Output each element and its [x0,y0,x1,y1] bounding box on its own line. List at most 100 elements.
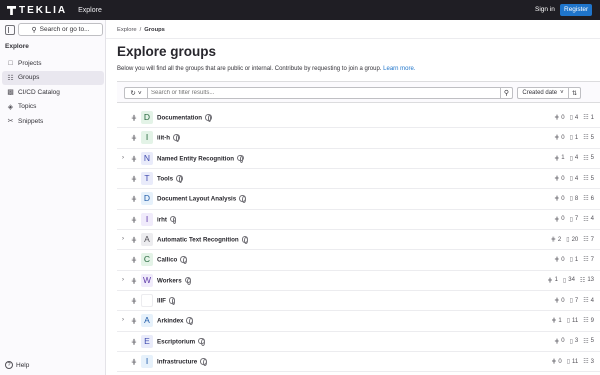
group-stats: ⋕ 1 ▯ 34 ☷ 13 [548,277,594,284]
group-name-link[interactable]: Infrastructure [157,358,207,366]
group-row[interactable]: › ⋕ A Automatic Text Recognition ⋕ 2 ▯ 20 ☷ 7 [117,230,600,251]
group-row[interactable]: ⋕ Iiiit-h ⋕ 0 ▯ 1 ☷ 5 [117,128,600,149]
filter-search-button[interactable]: ⚲ [501,87,513,99]
public-visibility-icon [239,195,246,203]
subgroup-icon: ⋕ [131,338,137,346]
register-button[interactable]: Register [560,4,593,16]
catalog-icon: ▩ [7,89,14,96]
group-avatar[interactable] [141,294,153,308]
learn-more-link[interactable]: Learn more. [383,66,415,72]
group-stats: ⋕ 0 ▯ 7 ☷ 4 [554,297,594,305]
public-visibility-icon [176,175,183,183]
sidebar-item-projects[interactable]: □ Projects [2,56,104,70]
chevron-right-icon[interactable]: › [122,236,124,242]
sort-direction-button[interactable]: ⇅ [569,87,581,99]
sort-dropdown[interactable]: Created date ˅ [517,87,569,99]
subgroup-icon: ⋕ [131,115,137,122]
members-count: ☷ 3 [583,358,594,366]
subgroup-icon: ⋕ [554,135,560,142]
breadcrumb-explore[interactable]: Explore [117,27,137,33]
subgroup-icon: ⋕ [131,318,137,326]
group-avatar[interactable]: I [141,355,153,369]
subgroups-count: ⋕ 1 [548,277,558,284]
members-count: ☷ 9 [583,317,594,325]
group-name-link[interactable]: irht [157,215,177,223]
sidebar-item-ci-cd-catalog[interactable]: ▩ CI/CD Catalog [2,85,104,99]
group-avatar[interactable]: I [141,131,153,145]
filter-input[interactable] [148,87,501,99]
group-avatar[interactable]: T [141,172,153,186]
subgroups-count: ⋕ 0 [554,297,564,305]
group-name-link[interactable]: Callico [157,256,187,264]
sort-label: Created date [522,90,558,96]
recent-searches-button[interactable]: ↻ ˅ [124,87,148,99]
sign-in-link[interactable]: Sign in [531,4,559,16]
group-name-link[interactable]: iiit-h [157,134,180,142]
filter-bar: ↻ ˅ ⚲ Created date ˅ ⇅ [117,81,600,103]
group-row[interactable]: ⋕ Iirht ⋕ 0 ▯ 7 ☷ 4 [117,210,600,231]
projects-count: ▯ 4 [570,155,579,162]
group-row[interactable]: ⋕ D Documentation ⋕ 0 ▯ 4 ☷ 1 [117,108,600,129]
help-link[interactable]: ? Help [5,361,29,369]
project-icon: ▯ [569,115,573,121]
chevron-right-icon[interactable]: › [122,155,124,161]
group-avatar[interactable]: W [141,273,153,287]
projects-count: ▯ 34 [563,277,575,284]
search-icon: ⚲ [31,26,37,34]
search-button[interactable]: ⚲ Search or go to... [18,23,103,36]
members-value: 4 [590,297,594,304]
group-row[interactable]: ⋕ IIIF ⋕ 0 ▯ 7 ☷ 4 [117,291,600,312]
group-avatar[interactable]: E [141,334,153,348]
group-row[interactable]: › ⋕ A Arkindex ⋕ 1 ▯ 11 ☷ 9 [117,311,600,332]
search-icon: ⚲ [503,90,510,97]
group-name-link[interactable]: Documentation [157,114,212,122]
chevron-right-icon[interactable]: › [122,317,124,323]
group-row[interactable]: ⋕ E Escriptorium ⋕ 0 ▯ 3 ☷ 5 [117,332,600,353]
sidebar-toggle-icon[interactable] [5,25,15,35]
group-avatar[interactable]: C [141,253,153,267]
group-row[interactable]: › ⋕ W Workers ⋕ 1 ▯ 34 ☷ 13 [117,271,600,292]
sidebar-item-topics[interactable]: ◈ Topics [2,100,104,114]
group-avatar[interactable]: N [141,151,153,165]
brand-logo[interactable]: TEKLIA [7,0,67,20]
group-name-link[interactable]: Escriptorium [157,337,205,345]
group-row[interactable]: › ⋕ N Named Entity Recognition ⋕ 1 ▯ 4 ☷ 5 [117,149,600,170]
group-name-link[interactable]: Automatic Text Recognition [157,236,249,244]
project-icon: ▯ [566,237,570,244]
group-name-link[interactable]: Named Entity Recognition [157,154,244,162]
groups-list: ⋕ D Documentation ⋕ 0 ▯ 4 ☷ 1 ⋕ Iiiit-h ⋕ 0 ▯ 1 ☷ 5 › ⋕ N Na… [117,108,600,373]
subgroups-value: 1 [561,155,565,162]
help-label: Help [16,361,30,369]
group-avatar[interactable]: I [141,212,153,226]
group-avatar[interactable]: A [141,233,153,247]
members-value: 9 [590,317,594,324]
group-row[interactable]: ⋕ I Infrastructure ⋕ 0 ▯ 11 ☷ 3 [117,352,600,373]
group-name: Arkindex [157,317,184,325]
sidebar-item-snippets[interactable]: ✂ Snippets [2,114,104,128]
group-row[interactable]: ⋕ D Document Layout Analysis ⋕ 0 ▯ 8 ☷ 6 [117,189,600,210]
users-icon: ☷ [583,338,589,345]
subgroups-value: 0 [561,256,565,263]
group-name-link[interactable]: Arkindex [157,317,193,325]
subgroups-count: ⋕ 0 [551,358,561,366]
group-name-link[interactable]: IIIF [157,297,176,305]
group-avatar[interactable]: D [141,111,153,124]
subgroups-value: 1 [558,317,562,324]
group-avatar[interactable]: A [141,314,153,328]
group-name-link[interactable]: Workers [157,276,192,284]
group-row[interactable]: ⋕ T Tools ⋕ 0 ▯ 4 ☷ 5 [117,169,600,190]
group-avatar[interactable]: D [141,192,153,206]
subgroups-count: ⋕ 0 [554,134,564,142]
group-row[interactable]: ⋕ C Callico ⋕ 0 ▯ 1 ☷ 7 [117,250,600,271]
projects-value: 8 [574,195,579,202]
group-name-link[interactable]: Document Layout Analysis [157,195,246,203]
breadcrumb-groups[interactable]: Groups [144,27,165,33]
chevron-right-icon[interactable]: › [122,277,124,283]
group-name-link[interactable]: Tools [157,175,183,183]
top-bar-section[interactable]: Explore [78,7,102,14]
projects-value: 4 [574,114,579,121]
group-stats: ⋕ 0 ▯ 4 ☷ 1 [554,114,594,122]
sidebar-item-groups[interactable]: ☷ Groups [2,70,104,85]
group-name: iiit-h [157,134,171,142]
projects-count: ▯ 7 [570,216,579,223]
